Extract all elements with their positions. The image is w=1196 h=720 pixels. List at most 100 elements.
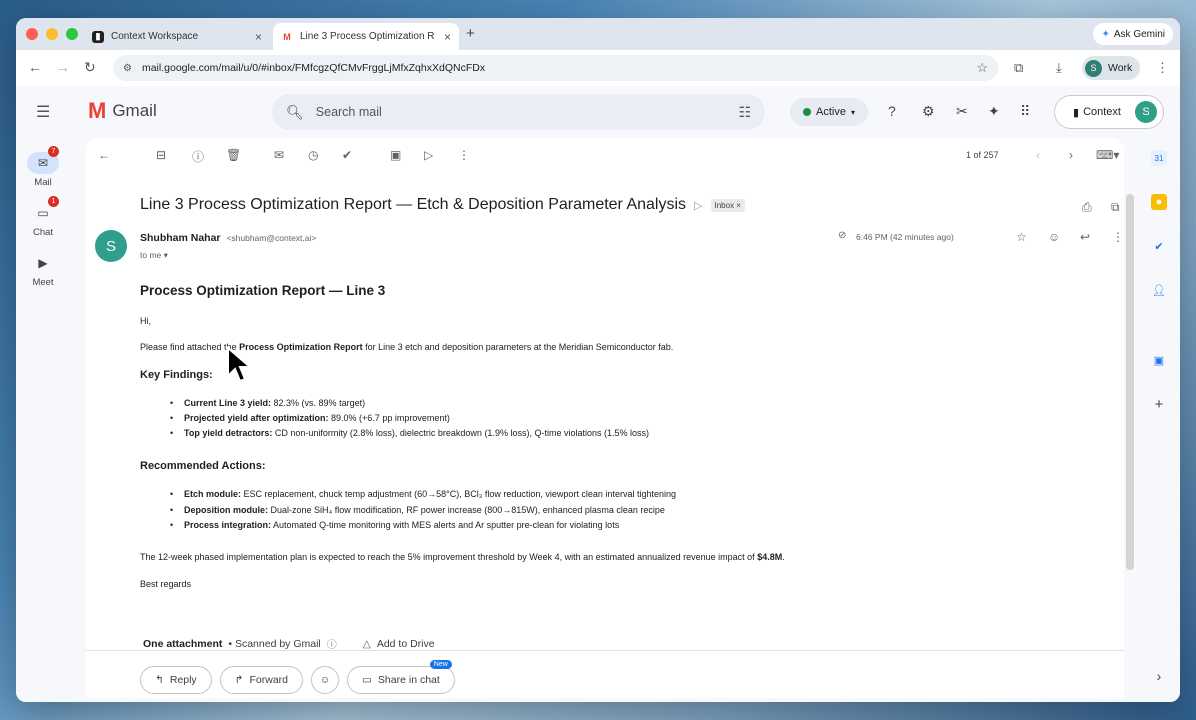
download-icon[interactable]: ⤓ (1056, 60, 1062, 76)
open-new-window-icon[interactable]: ⧉ (1111, 200, 1120, 215)
delete-icon[interactable]: 🗑︎ (226, 148, 241, 162)
gemini-sparkle-icon[interactable]: ✦ (988, 103, 1000, 120)
mail-icon: ✉ 7 (27, 146, 59, 174)
importance-marker-icon[interactable]: ▷ (694, 199, 702, 212)
emoji-reaction-icon[interactable]: ☺ (1048, 230, 1060, 244)
closing-text-end: . (782, 552, 785, 563)
rail-chat[interactable]: ▭ 1 Chat (16, 196, 70, 238)
bookmark-star-icon[interactable]: ☆ (976, 60, 988, 76)
scrollbar[interactable] (1126, 194, 1134, 570)
print-icon[interactable]: ⎙ (1082, 200, 1092, 215)
reply-icon: ↰ (155, 674, 164, 686)
mark-unread-icon[interactable]: ✉ (274, 148, 284, 162)
settings-gear-icon[interactable]: ⚙ (922, 103, 935, 120)
profile-button[interactable]: S Work (1082, 56, 1141, 80)
gmail-logo[interactable]: M Gmail (88, 100, 157, 122)
report-spam-icon[interactable]: ⓘ (192, 148, 204, 165)
reload-icon[interactable]: ↻ (84, 59, 96, 76)
intro-paragraph: Please find attached the Process Optimiz… (140, 342, 1100, 353)
drive-icon[interactable]: △ (363, 638, 371, 650)
site-settings-icon[interactable]: ⚙ (123, 63, 132, 74)
emoji-button[interactable]: ☺ (311, 666, 339, 694)
recipient-details[interactable]: to me ▾ (140, 250, 168, 261)
share-in-chat-label: Share in chat (377, 674, 440, 686)
snooze-icon[interactable]: ◷ (308, 148, 318, 162)
main-menu-icon[interactable]: ☰ (36, 102, 50, 122)
search-input[interactable]: Search mail (316, 105, 382, 119)
chat-badge: 1 (48, 196, 59, 207)
context-button[interactable]: ▮ Context S (1054, 95, 1164, 129)
share-in-chat-button[interactable]: ▭ Share in chat New (347, 660, 455, 694)
closing-paragraph: The 12-week phased implementation plan i… (140, 552, 1100, 563)
keep-icon[interactable]: ● (1151, 194, 1167, 210)
reply-label: Reply (169, 674, 197, 686)
sender-avatar[interactable]: S (95, 230, 127, 262)
reply-icon[interactable]: ↩ (1080, 230, 1090, 244)
gmail-wordmark: Gmail (112, 101, 157, 120)
search-options-icon[interactable]: ☷ (738, 104, 751, 121)
message-view: ← ⊟ ⓘ 🗑︎ ✉ ◷ ✔ ▣ ▷ ⋮ 1 of 257 ‹ › ⌨▾ Lin… (86, 138, 1124, 698)
input-tools-icon[interactable]: ⌨▾ (1096, 148, 1119, 162)
archive-icon[interactable]: ⊟ (156, 148, 166, 162)
extension-puzzle-icon[interactable]: ✂ (956, 103, 968, 120)
forward-icon[interactable]: → (56, 59, 70, 75)
label-icon[interactable]: ▷ (424, 148, 433, 162)
apps-grid-icon[interactable]: ⠿ (1020, 103, 1030, 120)
new-tab-button[interactable]: + (466, 25, 475, 42)
add-to-drive-link[interactable]: Add to Drive (377, 638, 435, 650)
ask-gemini-button[interactable]: ✦ Ask Gemini (1093, 23, 1173, 45)
sender-name[interactable]: Shubham Nahar (140, 232, 221, 244)
gmail-icon: M (283, 31, 291, 42)
contacts-icon[interactable]: 👤︎ (1151, 282, 1167, 298)
forward-button[interactable]: ↱ Forward (219, 666, 303, 694)
intro-text: Please find attached the (140, 342, 240, 353)
add-addon-icon[interactable]: + (1151, 396, 1167, 413)
item-label: Projected yield after optimization: (184, 412, 329, 423)
browser-window: ▮ Context Workspace × M Line 3 Process O… (16, 18, 1180, 702)
newer-chevron-icon[interactable]: ‹ (1036, 148, 1040, 162)
recipient-text: to me (140, 250, 162, 260)
expand-panel-chevron-icon[interactable]: › (1151, 668, 1167, 684)
profile-avatar: S (1085, 59, 1102, 77)
rail-meet[interactable]: ▶ Meet (16, 252, 70, 288)
account-avatar[interactable]: S (1135, 101, 1157, 123)
tab-title: Context Workspace (111, 31, 199, 42)
tab-gmail[interactable]: M Line 3 Process Optimization R × (273, 23, 459, 50)
close-window-button[interactable] (26, 28, 38, 40)
more-actions-icon[interactable]: ⋮ (1112, 230, 1124, 244)
forward-icon: ↱ (234, 674, 244, 686)
search-bar[interactable]: 🔍︎ Search mail ☷ (272, 94, 765, 130)
tab-context-workspace[interactable]: ▮ Context Workspace × (84, 23, 270, 50)
url-text: mail.google.com/mail/u/0/#inbox/FMfcgzQf… (141, 62, 486, 74)
chevron-down-icon: ▾ (163, 250, 168, 260)
help-icon[interactable]: ? (888, 103, 896, 119)
back-icon[interactable]: ← (28, 59, 42, 75)
tasks-icon[interactable]: ✔ (1151, 238, 1167, 254)
extensions-icon[interactable]: ⧉ (1014, 60, 1023, 76)
add-task-icon[interactable]: ✔ (342, 148, 352, 162)
zoom-icon[interactable]: ▣ (1151, 352, 1167, 368)
tab-close-icon[interactable]: × (444, 30, 451, 44)
item-text: Automated Q-time monitoring with MES ale… (271, 519, 620, 530)
minimize-window-button[interactable] (46, 28, 58, 40)
search-icon[interactable]: 🔍︎ (286, 104, 304, 121)
address-bar[interactable]: ⚙ mail.google.com/mail/u/0/#inbox/FMfcgz… (113, 55, 998, 81)
rail-mail[interactable]: ✉ 7 Mail (16, 146, 70, 188)
forward-label: Forward (249, 674, 288, 686)
info-icon[interactable]: ⓘ (327, 636, 337, 651)
inbox-label-chip[interactable]: Inbox × (710, 198, 745, 212)
chat-icon: ▭ (362, 674, 372, 686)
gemini-icon: ✦ (1101, 28, 1110, 40)
tab-close-icon[interactable]: × (255, 30, 262, 44)
more-options-icon[interactable]: ⋮ (458, 148, 470, 162)
reply-button[interactable]: ↰ Reply (140, 666, 212, 694)
back-to-inbox-icon[interactable]: ← (98, 148, 110, 162)
older-chevron-icon[interactable]: › (1069, 148, 1073, 162)
side-panel: 31 ● ✔ 👤︎ ▣ + › (1140, 138, 1180, 698)
status-selector[interactable]: Active ▾ (790, 98, 868, 126)
browser-menu-icon[interactable]: ⋮ (1156, 60, 1169, 76)
maximize-window-button[interactable] (66, 28, 78, 40)
move-to-icon[interactable]: ▣ (390, 148, 401, 162)
calendar-icon[interactable]: 31 (1151, 150, 1167, 166)
star-icon[interactable]: ☆ (1016, 230, 1027, 244)
